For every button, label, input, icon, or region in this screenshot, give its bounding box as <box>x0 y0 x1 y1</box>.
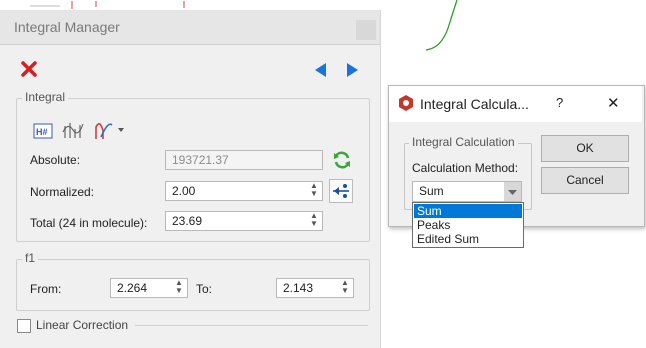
from-label: From: <box>30 282 62 296</box>
method-label: Calculation Method: <box>412 161 519 175</box>
to-label: To: <box>196 282 213 296</box>
linear-correction-checkbox[interactable] <box>17 319 31 333</box>
integral-bars-icon[interactable] <box>62 120 84 140</box>
next-arrow-icon[interactable] <box>346 62 360 78</box>
cancel-button[interactable]: Cancel <box>541 167 629 194</box>
divider <box>135 325 368 326</box>
dialog-title: Integral Calcula... <box>420 96 529 112</box>
integral-group-label: Integral <box>22 90 69 104</box>
close-icon[interactable]: ✕ <box>607 94 620 112</box>
calc-group-label: Integral Calculation <box>409 135 518 149</box>
normalized-input[interactable]: 2.00 <box>165 181 323 201</box>
normalized-label: Normalized: <box>30 185 95 199</box>
delete-icon[interactable] <box>20 60 38 78</box>
integral-calc-app-icon <box>398 94 414 112</box>
integral-table-icon[interactable]: H# <box>33 123 53 139</box>
absolute-label: Absolute: <box>30 153 81 167</box>
integral-trace <box>425 0 458 51</box>
option-edited-sum[interactable]: Edited Sum <box>414 232 522 246</box>
panel-title: Integral Manager <box>14 19 120 35</box>
total-label: Total (24 in molecule): <box>30 216 148 230</box>
refresh-icon[interactable] <box>332 150 352 170</box>
linear-correction-label: Linear Correction <box>36 318 129 332</box>
spectrum-background <box>0 0 646 10</box>
svg-text:H#: H# <box>36 127 48 137</box>
total-input[interactable]: 23.69 <box>165 211 323 231</box>
integral-curve-icon[interactable] <box>94 119 126 141</box>
option-peaks[interactable]: Peaks <box>414 218 522 232</box>
normalize-icon[interactable] <box>329 179 353 203</box>
option-sum[interactable]: Sum <box>414 204 522 218</box>
method-dropdown-list: Sum Peaks Edited Sum <box>412 202 524 248</box>
help-button[interactable]: ? <box>556 95 563 110</box>
f1-group-label: f1 <box>22 251 39 265</box>
normalized-spinner[interactable]: ▲ ▼ <box>308 182 320 200</box>
absolute-value: 193721.37 <box>165 150 323 170</box>
total-spinner[interactable]: ▲ ▼ <box>308 212 320 230</box>
from-spinner[interactable]: ▲ ▼ <box>173 279 185 297</box>
to-spinner[interactable]: ▲ ▼ <box>339 279 351 297</box>
panel-float-button[interactable] <box>356 20 376 40</box>
combo-dropdown-button[interactable] <box>504 182 521 201</box>
prev-arrow-icon[interactable] <box>313 62 327 78</box>
ok-button[interactable]: OK <box>541 135 629 162</box>
